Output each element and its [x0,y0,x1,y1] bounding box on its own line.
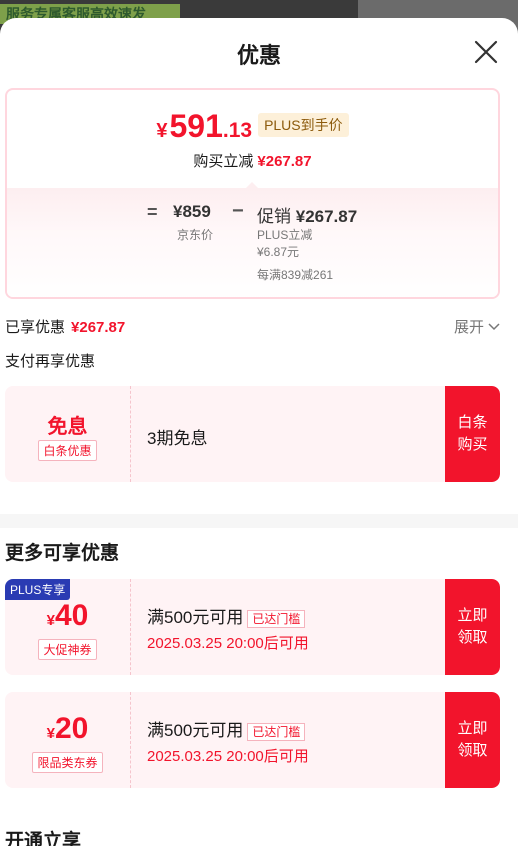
minus-sign: − [232,200,244,222]
chevron-down-icon [488,322,500,330]
promotion-total: 促销 ¥267.87 [257,202,357,227]
price-breakdown: = ¥859 京东价 − 促销 ¥267.87 PLUS立减 ¥6.87元 每满… [7,188,498,297]
promotion-amount: ¥267.87 [295,207,358,226]
plus-price-tag: PLUS到手价 [258,113,349,137]
enjoyed-amount: ¥267.87 [71,319,126,336]
coupon-valid-time: 2025.03.25 20:00后可用 [147,748,309,765]
open-membership-title: 开通立享 [5,831,82,846]
plus-reduce-label: PLUS立减 [257,228,313,242]
card-divider [130,692,131,788]
jd-price-label: 京东价 [176,228,213,242]
claim-coupon-button[interactable]: 立即领取 [445,579,500,675]
price-summary-card: ¥ 591 .13 PLUS到手价 购买立减 ¥267.87 = ¥859 京东价… [5,88,500,299]
reduction-amount: ¥267.87 [257,153,312,170]
coupon-left: ¥20 限品类东券 [5,692,130,788]
enjoyed-label: 已享优惠 [5,319,66,336]
coupon-valid-time: 2025.03.25 20:00后可用 [147,635,309,652]
discount-sheet: 优惠 ¥ 591 .13 PLUS到手价 购买立减 ¥267.87 = ¥859 … [0,18,518,846]
coupon-card: PLUS专享 ¥40 大促神券 满500元可用 已达门槛 2025.03.25 2… [5,579,500,675]
coupon-type-tag: 大促神券 [38,639,97,660]
threshold-reached-tag: 已达门槛 [247,723,306,742]
full-reduction-rule: 每满839减261 [257,268,334,282]
coupon-card: ¥20 限品类东券 满500元可用 已达门槛 2025.03.25 20:00后可… [5,692,500,788]
final-price-integer: 591 [169,108,223,144]
baitiao-card: 免息 白条优惠 3期免息 白条购买 [5,386,500,482]
plus-reduce-amount: ¥6.87元 [257,245,300,259]
purchase-reduction: 购买立减 ¥267.87 [7,150,498,171]
card-divider [130,386,131,482]
interest-free-title: 免息 [47,416,88,438]
close-icon[interactable] [474,40,498,64]
enjoyed-discount: 已享优惠 ¥267.87 [5,316,125,337]
coupon-amount: ¥40 [46,599,89,632]
final-price-decimal: .13 [222,119,253,142]
promotion-label: 促销 [257,207,291,226]
expand-label: 展开 [453,319,484,336]
coupon-amount: ¥20 [46,712,89,745]
coupon-left: PLUS专享 ¥40 大促神券 [5,579,130,675]
equals-sign: = [147,202,158,222]
final-price: ¥ 591 .13 [156,110,252,143]
baitiao-left: 免息 白条优惠 [5,386,130,482]
pay-more-title: 支付再享优惠 [5,353,96,370]
threshold-reached-tag: 已达门槛 [247,610,306,629]
installment-desc: 3期免息 [147,429,208,448]
card-divider [130,579,131,675]
currency-symbol: ¥ [156,120,168,142]
claim-coupon-button[interactable]: 立即领取 [445,692,500,788]
reduction-label: 购买立减 [193,153,254,170]
plus-exclusive-badge: PLUS专享 [5,579,71,600]
section-separator [0,514,518,528]
baitiao-tag: 白条优惠 [38,440,97,461]
coupon-condition: 满500元可用 已达门槛 [147,716,306,742]
coupon-condition: 满500元可用 已达门槛 [147,603,306,629]
sheet-title: 优惠 [236,43,281,68]
coupon-type-tag: 限品类东券 [32,752,103,773]
jd-price: ¥859 [173,202,211,221]
more-discounts-title: 更多可享优惠 [5,543,120,564]
sheet-header: 优惠 [0,18,518,86]
baitiao-buy-button[interactable]: 白条购买 [445,386,500,482]
expand-button[interactable]: 展开 [454,316,500,337]
